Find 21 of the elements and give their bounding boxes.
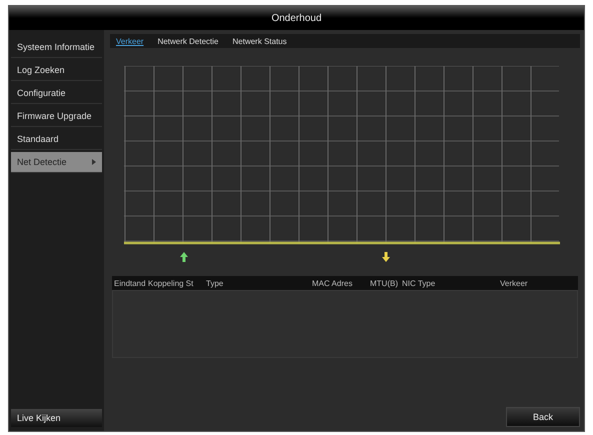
tab[interactable]: Netwerk Detectie	[158, 36, 218, 46]
column-header: Koppeling St	[147, 278, 194, 288]
sidebar-item[interactable]: Standaard	[11, 129, 102, 150]
column-header: Type	[205, 278, 224, 288]
window-title: Onderhoud	[9, 6, 584, 30]
column-header: MAC Adres	[311, 278, 354, 288]
sidebar-item[interactable]: Log Zoeken	[11, 60, 102, 81]
sidebar-item[interactable]: Net Detectie	[11, 152, 102, 173]
sidebar-item[interactable]: Firmware Upgrade	[11, 106, 102, 127]
sidebar-item[interactable]: Configuratie	[11, 83, 102, 104]
column-header: MTU(B)	[369, 278, 399, 288]
column-header: Eindtand	[113, 278, 146, 288]
column-header: NIC Type	[401, 278, 436, 288]
live-view-button[interactable]: Live Kijken	[11, 409, 102, 427]
tab[interactable]: Netwerk Status	[232, 36, 287, 46]
column-header: Verkeer	[499, 278, 529, 288]
up-arrow-icon	[180, 252, 188, 262]
tab[interactable]: Verkeer	[116, 36, 144, 46]
back-button[interactable]: Back	[506, 407, 580, 427]
sidebar-item[interactable]: Systeem Informatie	[11, 37, 102, 58]
down-arrow-icon	[382, 252, 390, 262]
